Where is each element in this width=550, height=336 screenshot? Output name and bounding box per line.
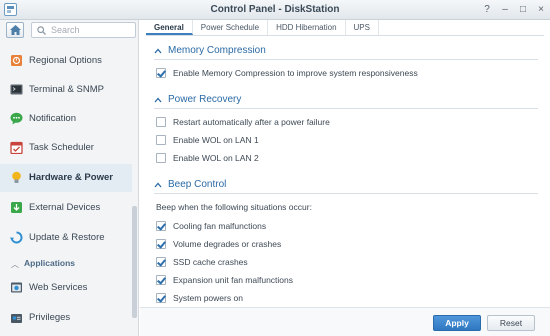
- chevron-up-icon: ︿: [11, 260, 19, 269]
- home-button[interactable]: [6, 22, 24, 38]
- option-wol-lan-2[interactable]: Enable WOL on LAN 2: [156, 152, 259, 164]
- checkbox-checked[interactable]: [156, 275, 166, 285]
- chevron-up-icon: [154, 97, 162, 102]
- footer-bar: Apply Reset: [140, 307, 550, 336]
- option-ssd-cache-crashes[interactable]: SSD cache crashes: [156, 256, 248, 268]
- checkbox-unchecked[interactable]: [156, 153, 166, 163]
- option-restart-after-power-failure[interactable]: Restart automatically after a power fail…: [156, 116, 330, 128]
- option-volume-degrades[interactable]: Volume degrades or crashes: [156, 238, 281, 250]
- apply-button[interactable]: Apply: [433, 315, 481, 331]
- sidebar-section-label: Applications: [24, 258, 76, 268]
- sidebar-scrollbar[interactable]: [132, 206, 137, 318]
- sidebar-item-label: Hardware & Power: [29, 172, 113, 183]
- sidebar-item-regional-options[interactable]: Regional Options: [0, 47, 132, 75]
- sidebar-item-hardware-power[interactable]: Hardware & Power: [0, 164, 132, 192]
- option-memory-compression[interactable]: Enable Memory Compression to improve sys…: [156, 67, 418, 79]
- checkbox-checked[interactable]: [156, 257, 166, 267]
- terminal-icon: [10, 84, 23, 95]
- sidebar-item-label: Notification: [29, 113, 76, 124]
- main-content: General Power Schedule HDD Hibernation U…: [140, 20, 550, 336]
- privileges-icon: [11, 314, 22, 323]
- sidebar-item-web-services[interactable]: Web Services: [0, 274, 132, 302]
- option-label: System powers on: [173, 293, 243, 303]
- checkbox-checked[interactable]: [156, 239, 166, 249]
- notification-icon: [10, 112, 23, 125]
- section-memory-compression-header[interactable]: Memory Compression: [154, 45, 266, 56]
- task-scheduler-icon: [10, 141, 23, 154]
- checkbox-checked[interactable]: [156, 68, 166, 78]
- section-divider: [154, 59, 538, 60]
- option-cooling-fan[interactable]: Cooling fan malfunctions: [156, 220, 266, 232]
- sidebar-item-update-restore[interactable]: Update & Restore: [0, 224, 132, 252]
- window-controls: ? – □ ×: [482, 4, 546, 15]
- sidebar-item-label: Web Services: [29, 282, 88, 293]
- option-label: Enable WOL on LAN 2: [173, 153, 259, 163]
- sidebar-item-privileges[interactable]: Privileges: [0, 304, 132, 332]
- sidebar-section-applications[interactable]: ︿ Applications: [0, 254, 132, 272]
- option-label: Cooling fan malfunctions: [173, 221, 267, 231]
- close-icon[interactable]: ×: [536, 4, 546, 15]
- beep-description: Beep when the following situations occur…: [156, 202, 312, 212]
- sidebar-item-label: Privileges: [29, 312, 71, 323]
- sidebar-item-external-devices[interactable]: External Devices: [0, 194, 132, 222]
- minimize-icon[interactable]: –: [500, 4, 510, 15]
- reset-button[interactable]: Reset: [487, 315, 535, 331]
- option-expansion-unit-fan[interactable]: Expansion unit fan malfunctions: [156, 274, 293, 286]
- tab-bar: General Power Schedule HDD Hibernation U…: [146, 20, 544, 36]
- tab-ups[interactable]: UPS: [346, 20, 379, 35]
- search-input[interactable]: [51, 24, 133, 36]
- option-label: SSD cache crashes: [173, 257, 248, 267]
- sidebar-item-notification[interactable]: Notification: [0, 105, 132, 133]
- option-system-powers-on[interactable]: System powers on: [156, 292, 243, 304]
- section-title: Power Recovery: [168, 94, 242, 105]
- settings-panel: Memory Compression Enable Memory Compres…: [146, 37, 544, 307]
- tab-hdd-hibernation[interactable]: HDD Hibernation: [268, 20, 346, 35]
- help-icon[interactable]: ?: [482, 4, 492, 15]
- chevron-up-icon: [154, 182, 162, 187]
- sidebar: Regional Options Terminal & SNMP Notific…: [0, 20, 139, 336]
- section-title: Beep Control: [168, 179, 227, 190]
- section-power-recovery-header[interactable]: Power Recovery: [154, 94, 241, 105]
- sidebar-item-terminal-snmp[interactable]: Terminal & SNMP: [0, 76, 132, 104]
- sidebar-item-task-scheduler[interactable]: Task Scheduler: [0, 134, 132, 162]
- sidebar-item-label: Update & Restore: [29, 232, 105, 243]
- checkbox-unchecked[interactable]: [156, 135, 166, 145]
- sidebar-item-label: Terminal & SNMP: [29, 84, 104, 95]
- option-wol-lan-1[interactable]: Enable WOL on LAN 1: [156, 134, 259, 146]
- window-title: Control Panel - DiskStation: [210, 4, 340, 15]
- web-services-icon: [11, 282, 22, 293]
- sidebar-item-label: External Devices: [29, 202, 101, 213]
- title-bar: Control Panel - DiskStation ? – □ ×: [0, 0, 550, 20]
- search-icon: [37, 26, 46, 35]
- lightbulb-icon: [12, 171, 21, 183]
- option-label: Volume degrades or crashes: [173, 239, 282, 249]
- option-label: Enable Memory Compression to improve sys…: [173, 68, 418, 78]
- sidebar-item-label: Regional Options: [29, 55, 102, 66]
- option-label: Expansion unit fan malfunctions: [173, 275, 294, 285]
- section-title: Memory Compression: [168, 45, 266, 56]
- option-label: Enable WOL on LAN 1: [173, 135, 259, 145]
- sidebar-toolbar: [0, 20, 138, 40]
- checkbox-checked[interactable]: [156, 293, 166, 303]
- regional-options-icon: [11, 55, 22, 66]
- checkbox-unchecked[interactable]: [156, 117, 166, 127]
- tab-power-schedule[interactable]: Power Schedule: [193, 20, 269, 35]
- home-icon: [10, 25, 21, 35]
- sidebar-item-label: Task Scheduler: [29, 142, 94, 153]
- chevron-up-icon: [154, 48, 162, 53]
- section-divider: [154, 193, 538, 194]
- checkbox-checked[interactable]: [156, 221, 166, 231]
- external-devices-icon: [11, 202, 22, 213]
- tab-general[interactable]: General: [146, 20, 193, 35]
- update-restore-icon: [10, 231, 23, 244]
- search-field[interactable]: [31, 22, 136, 38]
- section-beep-control-header[interactable]: Beep Control: [154, 179, 226, 190]
- option-label: Restart automatically after a power fail…: [173, 117, 330, 127]
- section-divider: [154, 108, 538, 109]
- maximize-icon[interactable]: □: [518, 4, 528, 15]
